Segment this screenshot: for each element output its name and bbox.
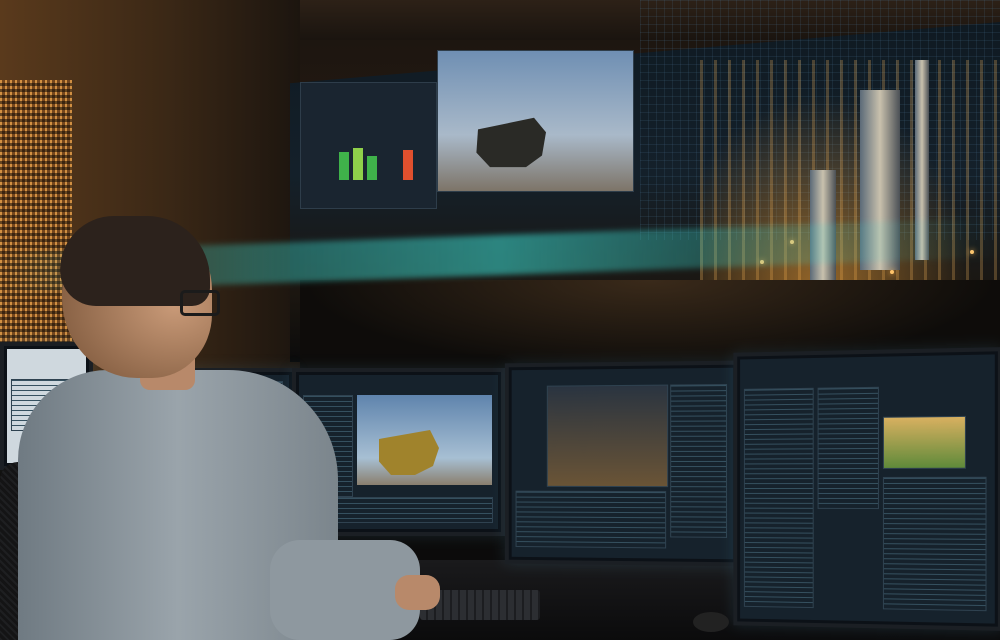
status-bar xyxy=(353,148,363,180)
lit-wall-panel xyxy=(0,80,72,350)
status-bar xyxy=(367,156,377,180)
status-bar xyxy=(403,150,413,180)
monitor-right xyxy=(504,360,741,567)
monitor-far-right xyxy=(733,347,1000,631)
monitor-screen xyxy=(740,354,995,624)
glasses xyxy=(180,290,220,316)
detail-pane xyxy=(817,386,879,510)
light-dot xyxy=(890,270,894,274)
table-pane xyxy=(882,476,987,612)
status-bar xyxy=(339,152,349,180)
chart-pane xyxy=(882,415,966,469)
tree-pane xyxy=(743,387,814,609)
properties-pane xyxy=(670,384,728,538)
site-camera-pane xyxy=(546,384,669,488)
video-wall-dashboard-panel xyxy=(300,82,437,209)
log-pane xyxy=(515,490,667,549)
control-room-scene xyxy=(0,0,1000,640)
operator-hand xyxy=(395,575,440,610)
mouse xyxy=(693,612,729,632)
monitor-screen xyxy=(511,367,734,560)
